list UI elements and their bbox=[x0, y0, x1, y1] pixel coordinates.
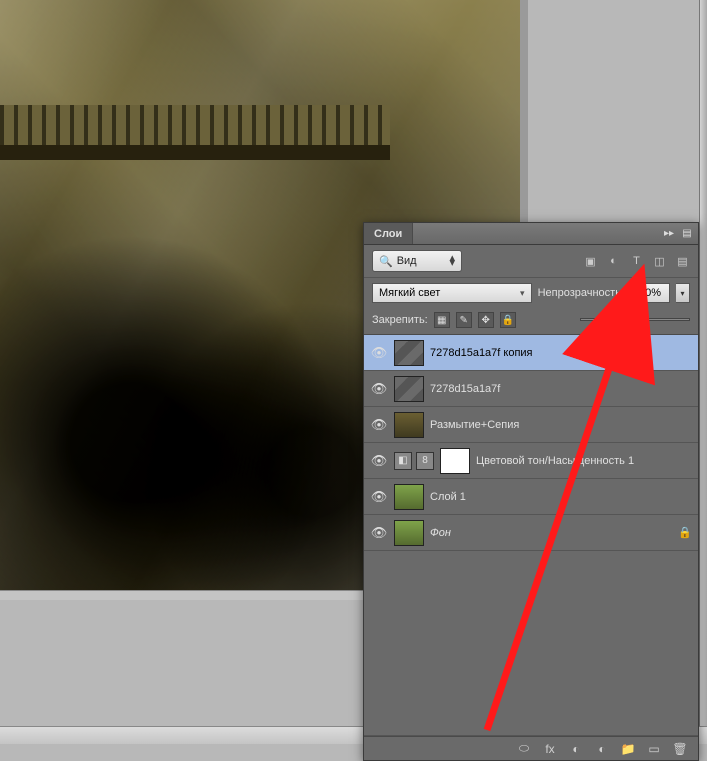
lock-indicator-icon: 🔒 bbox=[678, 526, 692, 539]
vertical-scrollbar[interactable] bbox=[699, 0, 707, 744]
opacity-input[interactable]: 50% bbox=[630, 283, 670, 303]
adjustment-icon[interactable]: ◐ bbox=[594, 741, 610, 757]
panel-tab-bar: Слои ▸▸ ▤ bbox=[364, 223, 698, 245]
visibility-icon[interactable]: 👁 bbox=[370, 416, 388, 434]
slider-track bbox=[580, 318, 690, 321]
visibility-icon[interactable]: 👁 bbox=[370, 452, 388, 470]
visibility-icon[interactable]: 👁 bbox=[370, 524, 388, 542]
layer-row[interactable]: 👁 7278d15a1a7f копия bbox=[364, 335, 698, 371]
layer-row[interactable]: 👁 ◧8 Цветовой тон/Насыщенность 1 bbox=[364, 443, 698, 479]
delete-layer-icon[interactable]: 🗑 bbox=[672, 741, 688, 757]
layer-row[interactable]: 👁 Размытие+Сепия bbox=[364, 407, 698, 443]
blend-mode-select[interactable]: Мягкий свет bbox=[372, 283, 532, 303]
link-mask-icon[interactable]: 8 bbox=[416, 452, 434, 470]
layer-name[interactable]: Цветовой тон/Насыщенность 1 bbox=[476, 455, 692, 467]
filter-adjust-icon[interactable]: ◐ bbox=[606, 254, 621, 269]
lock-pixels-icon[interactable]: ▦ bbox=[434, 312, 450, 328]
lock-all-icon[interactable]: 🔒 bbox=[500, 312, 516, 328]
layer-thumb[interactable] bbox=[394, 520, 424, 546]
filter-type-select[interactable]: 🔍 Вид ▴▾ bbox=[372, 250, 462, 272]
layer-name[interactable]: 7278d15a1a7f bbox=[430, 383, 692, 395]
filter-path-icon[interactable]: ◫ bbox=[652, 254, 667, 269]
layer-thumb[interactable] bbox=[394, 376, 424, 402]
layer-thumb[interactable] bbox=[394, 484, 424, 510]
group-icon[interactable]: 📁 bbox=[620, 741, 636, 757]
layer-name[interactable]: 7278d15a1a7f копия bbox=[430, 347, 692, 359]
layer-row[interactable]: 👁 7278d15a1a7f bbox=[364, 371, 698, 407]
adjust-thumb-icon[interactable]: ◧ bbox=[394, 452, 412, 470]
filter-pixel-icon[interactable]: ▣ bbox=[583, 254, 598, 269]
layers-panel: Слои ▸▸ ▤ 🔍 Вид ▴▾ ▣ ◐ T ◫ ▤ Мягкий свет… bbox=[363, 222, 699, 761]
visibility-icon[interactable]: 👁 bbox=[370, 488, 388, 506]
layer-name[interactable]: Фон bbox=[430, 527, 672, 539]
lock-brush-icon[interactable]: ✎ bbox=[456, 312, 472, 328]
link-layers-icon[interactable]: ⬭ bbox=[516, 741, 532, 757]
visibility-icon[interactable]: 👁 bbox=[370, 380, 388, 398]
filter-row: 🔍 Вид ▴▾ ▣ ◐ T ◫ ▤ bbox=[364, 245, 698, 278]
new-layer-icon[interactable]: ▭ bbox=[646, 741, 662, 757]
layer-thumb[interactable] bbox=[394, 412, 424, 438]
layer-thumb[interactable] bbox=[394, 340, 424, 366]
layer-row[interactable]: 👁 Фон 🔒 bbox=[364, 515, 698, 551]
mask-icon[interactable]: ◐ bbox=[568, 741, 584, 757]
layer-name[interactable]: Размытие+Сепия bbox=[430, 419, 692, 431]
panel-menu-icon[interactable]: ▤ bbox=[680, 227, 694, 241]
opacity-slider[interactable] bbox=[580, 310, 690, 328]
filter-search-icon: 🔍 bbox=[379, 255, 393, 268]
filter-text-icon[interactable]: T bbox=[629, 254, 644, 269]
slider-thumb[interactable] bbox=[625, 313, 635, 325]
opacity-dropdown-icon[interactable]: ▾ bbox=[676, 283, 690, 303]
layers-list: 👁 7278d15a1a7f копия 👁 7278d15a1a7f 👁 Размыти… bbox=[364, 335, 698, 551]
filter-icons: ▣ ◐ T ◫ ▤ bbox=[583, 254, 690, 269]
lock-move-icon[interactable]: ✥ bbox=[478, 312, 494, 328]
collapse-panel-icon[interactable]: ▸▸ bbox=[662, 227, 676, 241]
visibility-icon[interactable]: 👁 bbox=[370, 344, 388, 362]
lock-row: Закрепить: ▦ ✎ ✥ 🔒 bbox=[364, 308, 698, 335]
panel-footer: ⬭ fx ◐ ◐ 📁 ▭ 🗑 bbox=[364, 736, 698, 760]
blend-mode-label: Мягкий свет bbox=[379, 287, 440, 299]
fx-icon[interactable]: fx bbox=[542, 741, 558, 757]
layer-row[interactable]: 👁 Слой 1 bbox=[364, 479, 698, 515]
filter-type-label: Вид bbox=[397, 255, 417, 267]
layers-empty-area[interactable] bbox=[364, 551, 698, 736]
filter-smart-icon[interactable]: ▤ bbox=[675, 254, 690, 269]
tab-layers[interactable]: Слои bbox=[364, 223, 413, 244]
select-arrows-icon: ▴▾ bbox=[449, 256, 455, 266]
layer-mask-thumb[interactable] bbox=[440, 448, 470, 474]
bridge-shape bbox=[0, 105, 390, 160]
opacity-label: Непрозрачность: bbox=[538, 287, 624, 299]
layer-name[interactable]: Слой 1 bbox=[430, 491, 692, 503]
blend-opacity-row: Мягкий свет Непрозрачность: 50% ▾ bbox=[364, 278, 698, 308]
lock-label: Закрепить: bbox=[372, 314, 428, 326]
